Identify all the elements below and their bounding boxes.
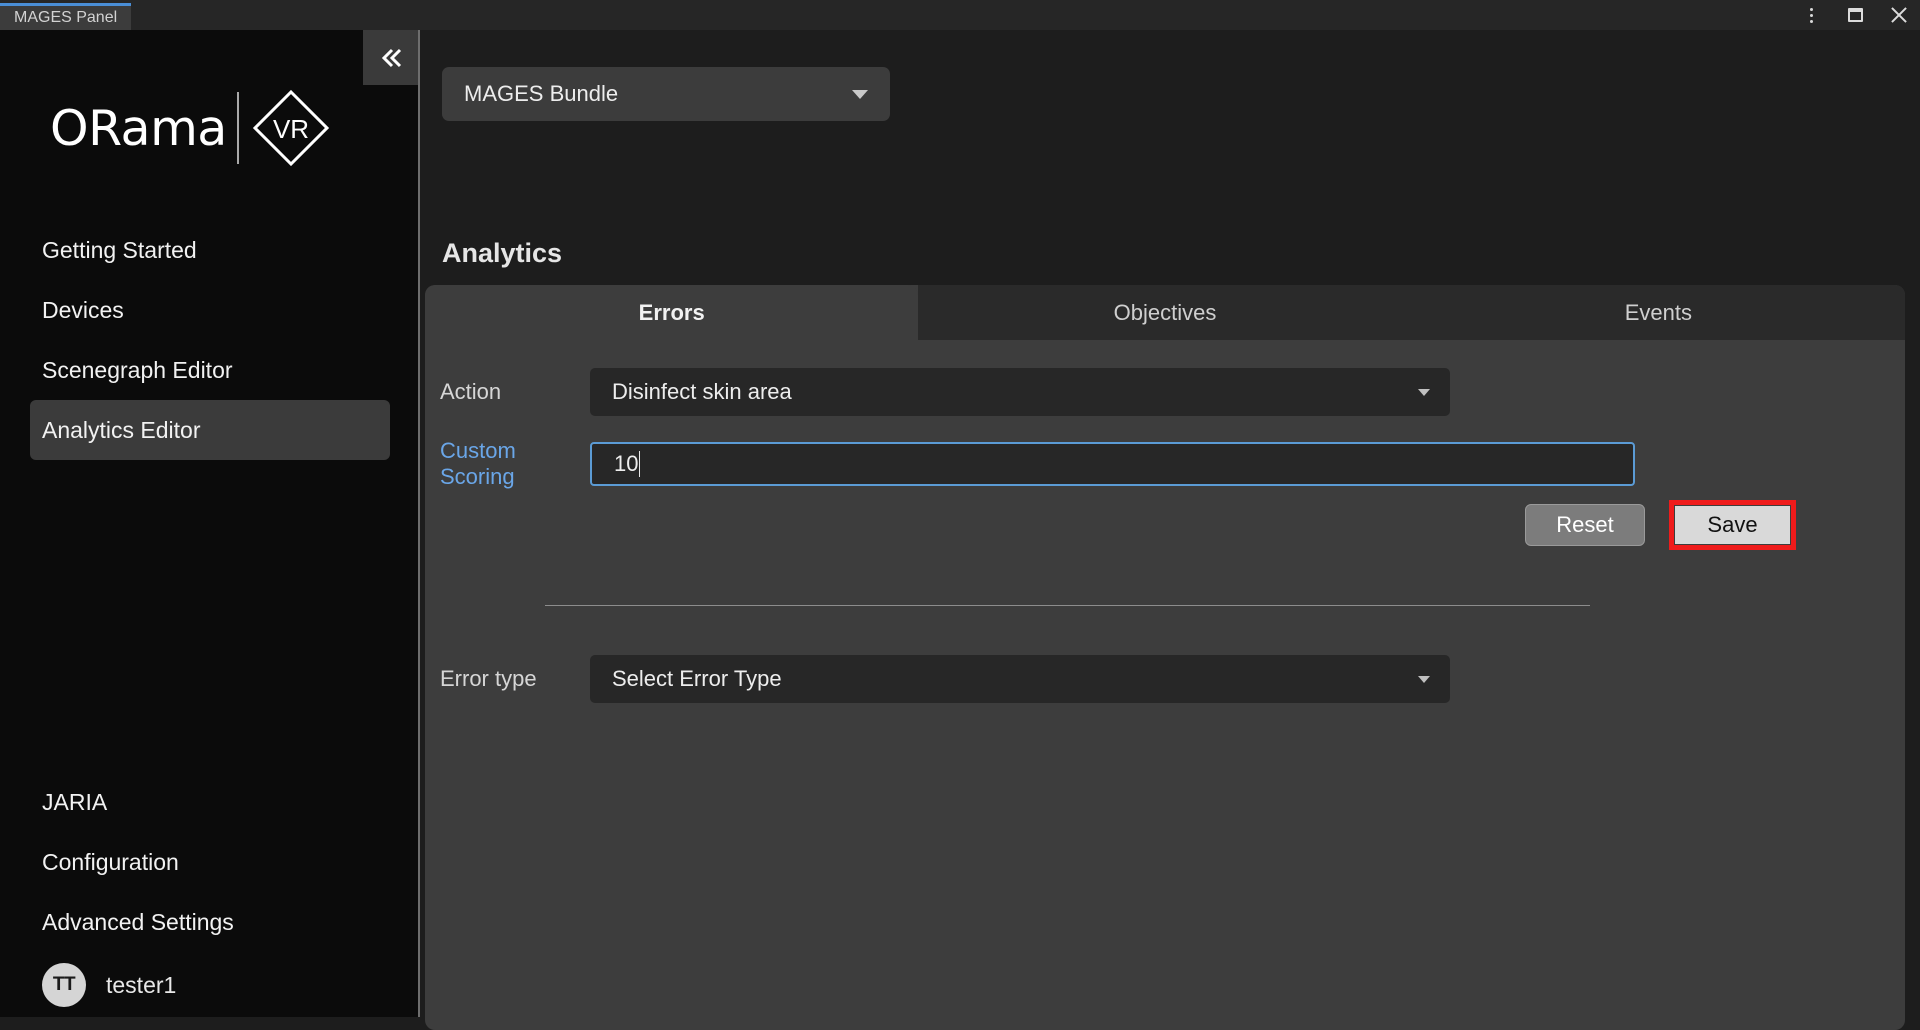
analytics-tabs: Errors Objectives Events [425, 285, 1905, 340]
sidebar-item-label: Devices [42, 297, 124, 324]
user-name-label: tester1 [106, 972, 176, 999]
bundle-select-dropdown[interactable]: MAGES Bundle [442, 67, 890, 121]
custom-scoring-label: Custom Scoring [440, 438, 590, 490]
action-value: Disinfect skin area [612, 379, 792, 405]
error-type-row: Error type Select Error Type [440, 655, 1860, 703]
tab-label: Errors [639, 300, 705, 326]
main-content: MAGES Bundle Analytics Errors Objectives… [422, 30, 1920, 1017]
sidebar-item-analytics-editor[interactable]: Analytics Editor [30, 400, 390, 460]
kebab-menu-icon [1810, 8, 1813, 23]
sidebar-item-label: Configuration [42, 849, 179, 876]
svg-text:VR: VR [273, 114, 309, 144]
sidebar-item-devices[interactable]: Devices [30, 280, 390, 340]
tab-events[interactable]: Events [1412, 285, 1905, 340]
tab-errors[interactable]: Errors [425, 285, 918, 340]
chevron-double-left-icon [377, 44, 405, 72]
logo-wordmark: ORama [50, 100, 227, 157]
bundle-select-value: MAGES Bundle [464, 81, 618, 107]
sidebar-item-configuration[interactable]: Configuration [30, 832, 390, 892]
window-tab-mages-panel[interactable]: MAGES Panel [0, 3, 131, 30]
maximize-icon [1848, 8, 1863, 22]
sidebar-item-advanced-settings[interactable]: Advanced Settings [30, 892, 390, 952]
sidebar-item-label: Getting Started [42, 237, 197, 264]
logo-divider [237, 92, 239, 164]
error-type-value: Select Error Type [612, 666, 782, 692]
app-logo: ORama VR [50, 88, 333, 168]
form-divider [545, 605, 1590, 606]
action-label: Action [440, 379, 590, 405]
action-dropdown[interactable]: Disinfect skin area [590, 368, 1450, 416]
sidebar-item-getting-started[interactable]: Getting Started [30, 220, 390, 280]
sidebar-nav-bottom: JARIA Configuration Advanced Settings TT… [0, 772, 420, 1018]
page-title: Analytics [442, 238, 562, 269]
avatar: TT [42, 963, 86, 1007]
analytics-panel: Errors Objectives Events Action Disinfec… [425, 285, 1905, 1030]
sidebar-user-account[interactable]: TT tester1 [30, 952, 390, 1018]
reset-button-label: Reset [1556, 512, 1613, 538]
action-row: Action Disinfect skin area [440, 368, 1860, 416]
window-controls [1798, 0, 1912, 30]
custom-scoring-value: 10 [614, 451, 638, 477]
tab-label: Events [1625, 300, 1692, 326]
error-type-label: Error type [440, 666, 590, 692]
close-button[interactable] [1886, 2, 1912, 28]
sidebar-item-scenegraph-editor[interactable]: Scenegraph Editor [30, 340, 390, 400]
save-button[interactable]: Save [1675, 506, 1790, 544]
chevron-down-icon [1418, 676, 1430, 683]
window-tab-label: MAGES Panel [14, 6, 117, 30]
sidebar-item-label: Analytics Editor [42, 417, 201, 444]
tab-label: Objectives [1114, 300, 1217, 326]
sidebar-item-jaria[interactable]: JARIA [30, 772, 390, 832]
title-bar: MAGES Panel [0, 0, 1920, 30]
sidebar-item-label: Advanced Settings [42, 909, 234, 936]
logo-vr-diamond-icon: VR [249, 86, 333, 170]
chevron-down-icon [1418, 389, 1430, 396]
chevron-down-icon [852, 90, 868, 99]
save-button-highlight: Save [1669, 500, 1796, 550]
custom-scoring-input[interactable]: 10 [590, 442, 1635, 486]
sidebar-item-label: Scenegraph Editor [42, 357, 233, 384]
sidebar-nav: Getting Started Devices Scenegraph Edito… [0, 220, 420, 460]
error-type-dropdown[interactable]: Select Error Type [590, 655, 1450, 703]
text-cursor [639, 451, 640, 477]
sidebar-collapse-button[interactable] [363, 30, 418, 85]
sidebar-item-label: JARIA [42, 789, 107, 816]
custom-scoring-row: Custom Scoring 10 [440, 438, 1860, 490]
tab-objectives[interactable]: Objectives [918, 285, 1411, 340]
form-actions: Reset Save [1525, 500, 1796, 550]
save-button-label: Save [1707, 512, 1757, 538]
kebab-menu-button[interactable] [1798, 2, 1824, 28]
maximize-button[interactable] [1842, 2, 1868, 28]
close-icon [1890, 6, 1908, 24]
sidebar: ORama VR Getting Started Devices Scenegr… [0, 30, 420, 1017]
reset-button[interactable]: Reset [1525, 504, 1645, 546]
